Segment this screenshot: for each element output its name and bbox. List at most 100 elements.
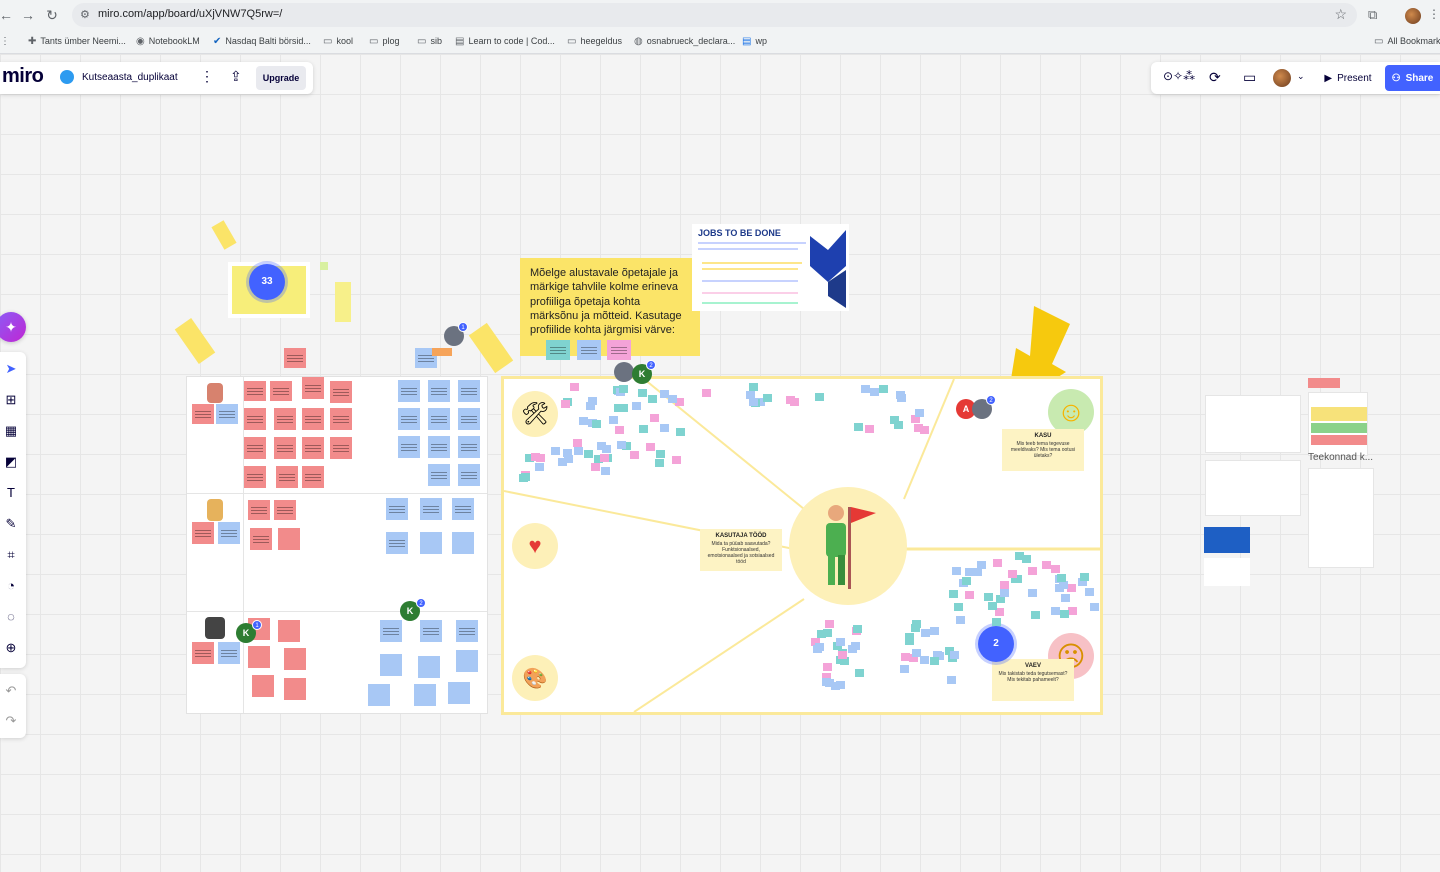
timer-icon[interactable]: ⟳	[1209, 69, 1221, 86]
add-more-icon[interactable]: ⊕	[0, 637, 22, 659]
address-bar[interactable]: ⚙ miro.com/app/board/uXjVNW7Q5rw=/ ☆	[72, 3, 1357, 27]
sticky-note[interactable]	[912, 620, 922, 629]
frame-icon[interactable]: ⌗	[0, 544, 22, 566]
mini-board-frame[interactable]	[1308, 392, 1368, 456]
sticky-note[interactable]	[597, 442, 607, 451]
sticky-note[interactable]	[629, 451, 639, 460]
sticky-note[interactable]	[869, 387, 879, 396]
sticky-note[interactable]	[786, 396, 796, 405]
sticky-note[interactable]	[448, 682, 470, 704]
sticky-note[interactable]	[955, 616, 965, 625]
sticky-note[interactable]	[274, 437, 296, 459]
sticky-note[interactable]	[972, 568, 982, 577]
present-button[interactable]: ▶ Present	[1316, 67, 1380, 89]
templates-icon[interactable]: ⊞	[0, 389, 22, 411]
mini-board-frame[interactable]	[1205, 460, 1301, 516]
sticky-note[interactable]	[895, 391, 905, 400]
sticky-note[interactable]	[1041, 561, 1051, 570]
sticky-note[interactable]	[302, 408, 324, 430]
sticky-note[interactable]	[954, 602, 964, 611]
sticky-note[interactable]	[614, 403, 624, 412]
sticky-note[interactable]	[949, 650, 959, 659]
sticky-note[interactable]	[521, 473, 531, 482]
sticky-note[interactable]	[535, 462, 545, 471]
vaev-card[interactable]: VAEV Mis takistab teda tegutsemast? Mis …	[992, 659, 1074, 701]
forward-icon[interactable]: →	[18, 5, 38, 25]
sticky-note[interactable]	[252, 675, 274, 697]
sticky-note[interactable]	[250, 528, 272, 550]
sticky-note[interactable]	[639, 425, 649, 434]
sticky-note[interactable]	[574, 447, 584, 456]
collaborator-avatar[interactable]	[1273, 69, 1291, 87]
sticky-note[interactable]	[590, 462, 600, 471]
site-info-icon[interactable]: ⚙	[80, 8, 90, 21]
sticky-note[interactable]	[659, 390, 669, 399]
sticky-note[interactable]	[330, 437, 352, 459]
sticky-note[interactable]	[659, 424, 669, 433]
sticky-note[interactable]	[947, 676, 957, 685]
kasu-card[interactable]: KASU Mis teeb tema tegevuse meeldivaks? …	[1002, 429, 1084, 471]
sticky-note[interactable]	[816, 630, 826, 639]
sticky-note[interactable]	[573, 439, 583, 448]
sticky-note[interactable]	[458, 436, 480, 458]
sticky-note[interactable]	[274, 500, 296, 520]
sticky-note[interactable]	[1051, 606, 1061, 615]
bookmark-item[interactable]: ◍ osnabrueck_declara...	[634, 33, 735, 49]
sticky-note[interactable]	[977, 561, 987, 570]
mini-card[interactable]	[1204, 527, 1250, 553]
sticky-note[interactable]	[278, 620, 300, 642]
sticky-note[interactable]	[676, 428, 686, 437]
text-icon[interactable]: T	[0, 482, 22, 504]
bookmark-item[interactable]: ✔ Nasdaq Balti börsid...	[213, 33, 311, 49]
sticky-note[interactable]	[919, 656, 929, 665]
sticky-note[interactable]	[671, 455, 681, 464]
sticky-note[interactable]	[952, 566, 962, 575]
mini-card[interactable]	[1204, 558, 1250, 586]
sticky-note[interactable]	[592, 420, 602, 429]
sticky-note[interactable]	[1027, 566, 1037, 575]
comment-icon[interactable]: ◌	[0, 606, 22, 628]
sticky-note[interactable]	[900, 664, 910, 673]
sticky-note[interactable]	[961, 576, 971, 585]
sticky-note[interactable]	[583, 450, 593, 459]
sticky-note[interactable]	[1056, 574, 1066, 583]
sticky-note[interactable]	[330, 408, 352, 430]
export-icon[interactable]: ⇪	[230, 68, 242, 85]
sticky-note[interactable]	[320, 262, 328, 270]
sticky-note[interactable]	[274, 408, 296, 430]
sticky-note[interactable]	[600, 466, 610, 475]
sticky-note[interactable]	[1027, 588, 1037, 597]
sticky-note[interactable]	[531, 452, 541, 461]
sticky-note[interactable]	[276, 466, 298, 488]
sticky-note[interactable]	[992, 618, 1002, 627]
sticky-note[interactable]	[853, 422, 863, 431]
sticky-note[interactable]	[814, 642, 824, 651]
board-title[interactable]: Kutseaasta_duplikaat	[82, 72, 178, 83]
sticky-note[interactable]	[456, 620, 478, 642]
sticky-note[interactable]	[398, 408, 420, 430]
sticky-note[interactable]	[762, 393, 772, 402]
sticky-note[interactable]	[248, 646, 270, 668]
bookmark-item[interactable]: ◉ NotebookLM	[136, 33, 200, 49]
sticky-note[interactable]	[632, 402, 642, 411]
sticky-note[interactable]	[218, 522, 240, 544]
miro-logo[interactable]: miro	[2, 65, 44, 88]
sticky-note[interactable]	[821, 677, 831, 686]
sticky-note[interactable]	[702, 388, 712, 397]
sticky-note[interactable]	[831, 682, 841, 691]
video-icon[interactable]: ▭	[1243, 69, 1256, 86]
sticky-note[interactable]	[398, 380, 420, 402]
sticky-note[interactable]	[428, 408, 450, 430]
all-bookmarks[interactable]: ▭ All Bookmarks	[1374, 33, 1440, 49]
sticky-note[interactable]	[452, 498, 474, 520]
sticky-note[interactable]	[563, 449, 573, 458]
sticky-note[interactable]	[398, 436, 420, 458]
sticky-note[interactable]	[458, 408, 480, 430]
shapes-icon[interactable]: ◔	[0, 575, 22, 597]
sticky-note[interactable]	[380, 620, 402, 642]
sticky-note[interactable]	[216, 404, 238, 424]
sticky-note[interactable]	[428, 380, 450, 402]
sticky-note[interactable]	[587, 396, 597, 405]
sticky-note[interactable]	[823, 663, 833, 672]
sticky-note[interactable]	[1061, 594, 1071, 603]
